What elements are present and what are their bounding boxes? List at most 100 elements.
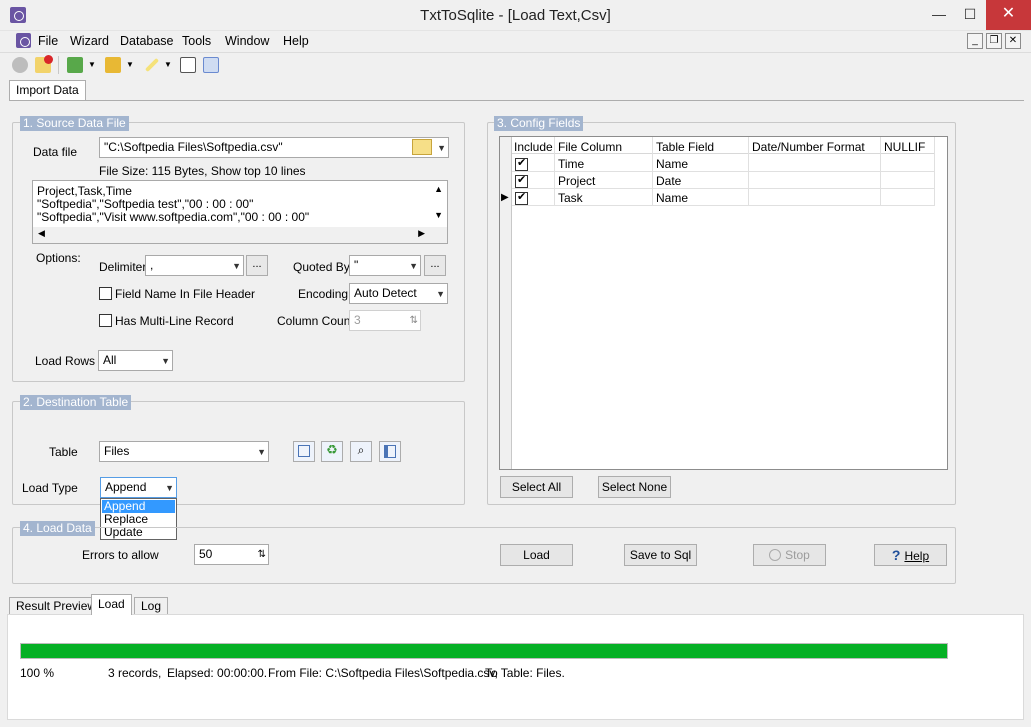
file-info-text: File Size: 115 Bytes, Show top 10 lines <box>99 164 306 178</box>
column-header-include[interactable]: Include <box>514 140 553 154</box>
load-rows-combo[interactable]: All ▼ <box>98 350 173 371</box>
multiline-checkbox[interactable] <box>99 314 112 327</box>
column-count-value: 3 <box>354 313 361 327</box>
new-table-button[interactable] <box>293 441 315 462</box>
window-title: TxtToSqlite - [Load Text,Csv] <box>420 7 611 24</box>
file-column-cell[interactable]: Time <box>558 157 584 171</box>
disconnect-icon[interactable] <box>35 55 53 73</box>
delimiter-combo[interactable]: , ▼ <box>145 255 244 276</box>
quoted-by-combo[interactable]: " ▼ <box>349 255 421 276</box>
new-table-icon <box>298 445 310 457</box>
file-column-cell[interactable]: Project <box>558 174 595 188</box>
tab-result-preview[interactable]: Result Preview <box>9 597 104 615</box>
mdi-close-button[interactable]: ✕ <box>1005 33 1021 49</box>
scroll-left-icon[interactable]: ◀ <box>38 228 45 239</box>
chevron-down-icon[interactable]: ▼ <box>165 481 174 496</box>
field-name-header-checkbox[interactable] <box>99 287 112 300</box>
chevron-down-icon[interactable]: ▼ <box>436 287 445 302</box>
chevron-down-icon[interactable]: ▼ <box>232 259 241 274</box>
table-columns-button[interactable] <box>379 441 401 462</box>
tab-import-data[interactable]: Import Data <box>9 80 86 101</box>
file-preview-box[interactable]: Project,Task,Time "Softpedia","Softpedia… <box>32 180 448 244</box>
spinner-icon[interactable]: ⇅ <box>258 547 266 562</box>
column-header-format[interactable]: Date/Number Format <box>752 140 865 154</box>
maximize-button[interactable]: ☐ <box>954 0 986 30</box>
menu-help[interactable]: Help <box>283 34 309 48</box>
menu-file[interactable]: File <box>38 34 58 48</box>
connect-icon[interactable] <box>12 57 28 73</box>
help-button[interactable]: ? Help <box>874 544 947 566</box>
scroll-down-icon[interactable]: ▼ <box>434 210 443 220</box>
column-header-file-column[interactable]: File Column <box>558 140 622 154</box>
errors-value: 50 <box>199 547 213 561</box>
chevron-down-icon[interactable]: ▼ <box>409 259 418 274</box>
menu-wizard[interactable]: Wizard <box>70 34 109 48</box>
menu-window[interactable]: Window <box>225 34 269 48</box>
mdi-minimize-button[interactable]: _ <box>967 33 983 49</box>
delimiter-value: , <box>150 258 154 272</box>
select-none-button[interactable]: Select None <box>598 476 671 498</box>
quoted-by-more-button[interactable]: ... <box>424 255 446 276</box>
menu-database[interactable]: Database <box>120 34 174 48</box>
chevron-down-icon[interactable]: ▼ <box>257 445 266 460</box>
encoding-combo[interactable]: Auto Detect ▼ <box>349 283 448 304</box>
magnifier-icon: ⌕ <box>357 443 365 457</box>
tools-dropdown-icon[interactable]: ▼ <box>164 60 172 69</box>
open-folder-icon[interactable] <box>412 139 432 155</box>
close-button[interactable]: ✕ <box>986 0 1031 30</box>
save-to-sql-button[interactable]: Save to Sql <box>624 544 697 566</box>
horizontal-scrollbar[interactable]: ◀ ▶ <box>33 227 447 243</box>
scroll-up-icon[interactable]: ▲ <box>434 184 443 194</box>
wizard-dropdown-icon[interactable]: ▼ <box>88 60 96 69</box>
config-fields-grid[interactable]: ▶ Include File Column Table Field Date/N… <box>499 136 948 470</box>
load-button[interactable]: Load <box>500 544 573 566</box>
delimiter-label: Delimiter <box>99 260 147 274</box>
select-all-button[interactable]: Select All <box>500 476 573 498</box>
refresh-table-button[interactable]: ♻ <box>321 441 343 462</box>
preview-line: "Softpedia","Softpedia test","00 : 00 : … <box>37 197 254 211</box>
config-fields-title: 3. Config Fields <box>494 116 584 131</box>
include-checkbox[interactable] <box>515 173 528 188</box>
minimize-button[interactable]: — <box>924 0 954 30</box>
table-field-cell[interactable]: Name <box>656 191 688 205</box>
records-count: 3 records, <box>108 666 162 680</box>
database-dropdown-icon[interactable]: ▼ <box>126 60 134 69</box>
view-table-button[interactable]: ⌕ <box>350 441 372 462</box>
spinner-icon[interactable]: ⇅ <box>410 313 418 328</box>
stop-button[interactable]: Stop <box>753 544 826 566</box>
wizard-icon[interactable] <box>67 57 83 73</box>
tab-log[interactable]: Log <box>134 597 169 615</box>
mdi-restore-button[interactable]: ❐ <box>986 33 1002 49</box>
chevron-down-icon[interactable]: ▼ <box>161 354 170 369</box>
grid-view-icon[interactable] <box>180 57 196 73</box>
column-header-nullif[interactable]: NULLIF <box>884 140 925 154</box>
tile-windows-icon[interactable] <box>203 57 219 73</box>
include-checkbox[interactable] <box>515 190 528 205</box>
table-field-cell[interactable]: Name <box>656 157 688 171</box>
tab-load[interactable]: Load <box>91 594 132 615</box>
refresh-icon: ♻ <box>326 442 338 457</box>
field-name-header-label: Field Name In File Header <box>115 287 256 301</box>
help-icon: ? <box>891 547 901 563</box>
load-type-combo[interactable]: Append ▼ <box>100 477 177 498</box>
include-checkbox[interactable] <box>515 156 528 171</box>
table-value: Files <box>104 444 130 458</box>
table-field-cell[interactable]: Date <box>656 174 681 188</box>
current-row-indicator-icon: ▶ <box>501 192 509 203</box>
encoding-value: Auto Detect <box>354 286 417 300</box>
menu-tools[interactable]: Tools <box>182 34 211 48</box>
file-column-cell[interactable]: Task <box>558 191 583 205</box>
load-rows-value: All <box>103 353 117 367</box>
preview-line: Project,Task,Time <box>37 184 132 198</box>
column-count-field[interactable]: 3 ⇅ <box>349 310 421 331</box>
delimiter-more-button[interactable]: ... <box>246 255 268 276</box>
data-file-combo[interactable]: "C:\Softpedia Files\Softpedia.csv" ▼ <box>99 137 449 158</box>
chevron-down-icon[interactable]: ▼ <box>437 141 446 156</box>
options-label: Options: <box>36 251 81 265</box>
column-header-table-field[interactable]: Table Field <box>656 140 714 154</box>
scroll-right-icon[interactable]: ▶ <box>418 228 425 239</box>
mdi-doc-icon[interactable] <box>16 33 31 48</box>
errors-field[interactable]: 50 ⇅ <box>194 544 269 565</box>
database-icon[interactable] <box>105 57 121 73</box>
table-combo[interactable]: Files ▼ <box>99 441 269 462</box>
